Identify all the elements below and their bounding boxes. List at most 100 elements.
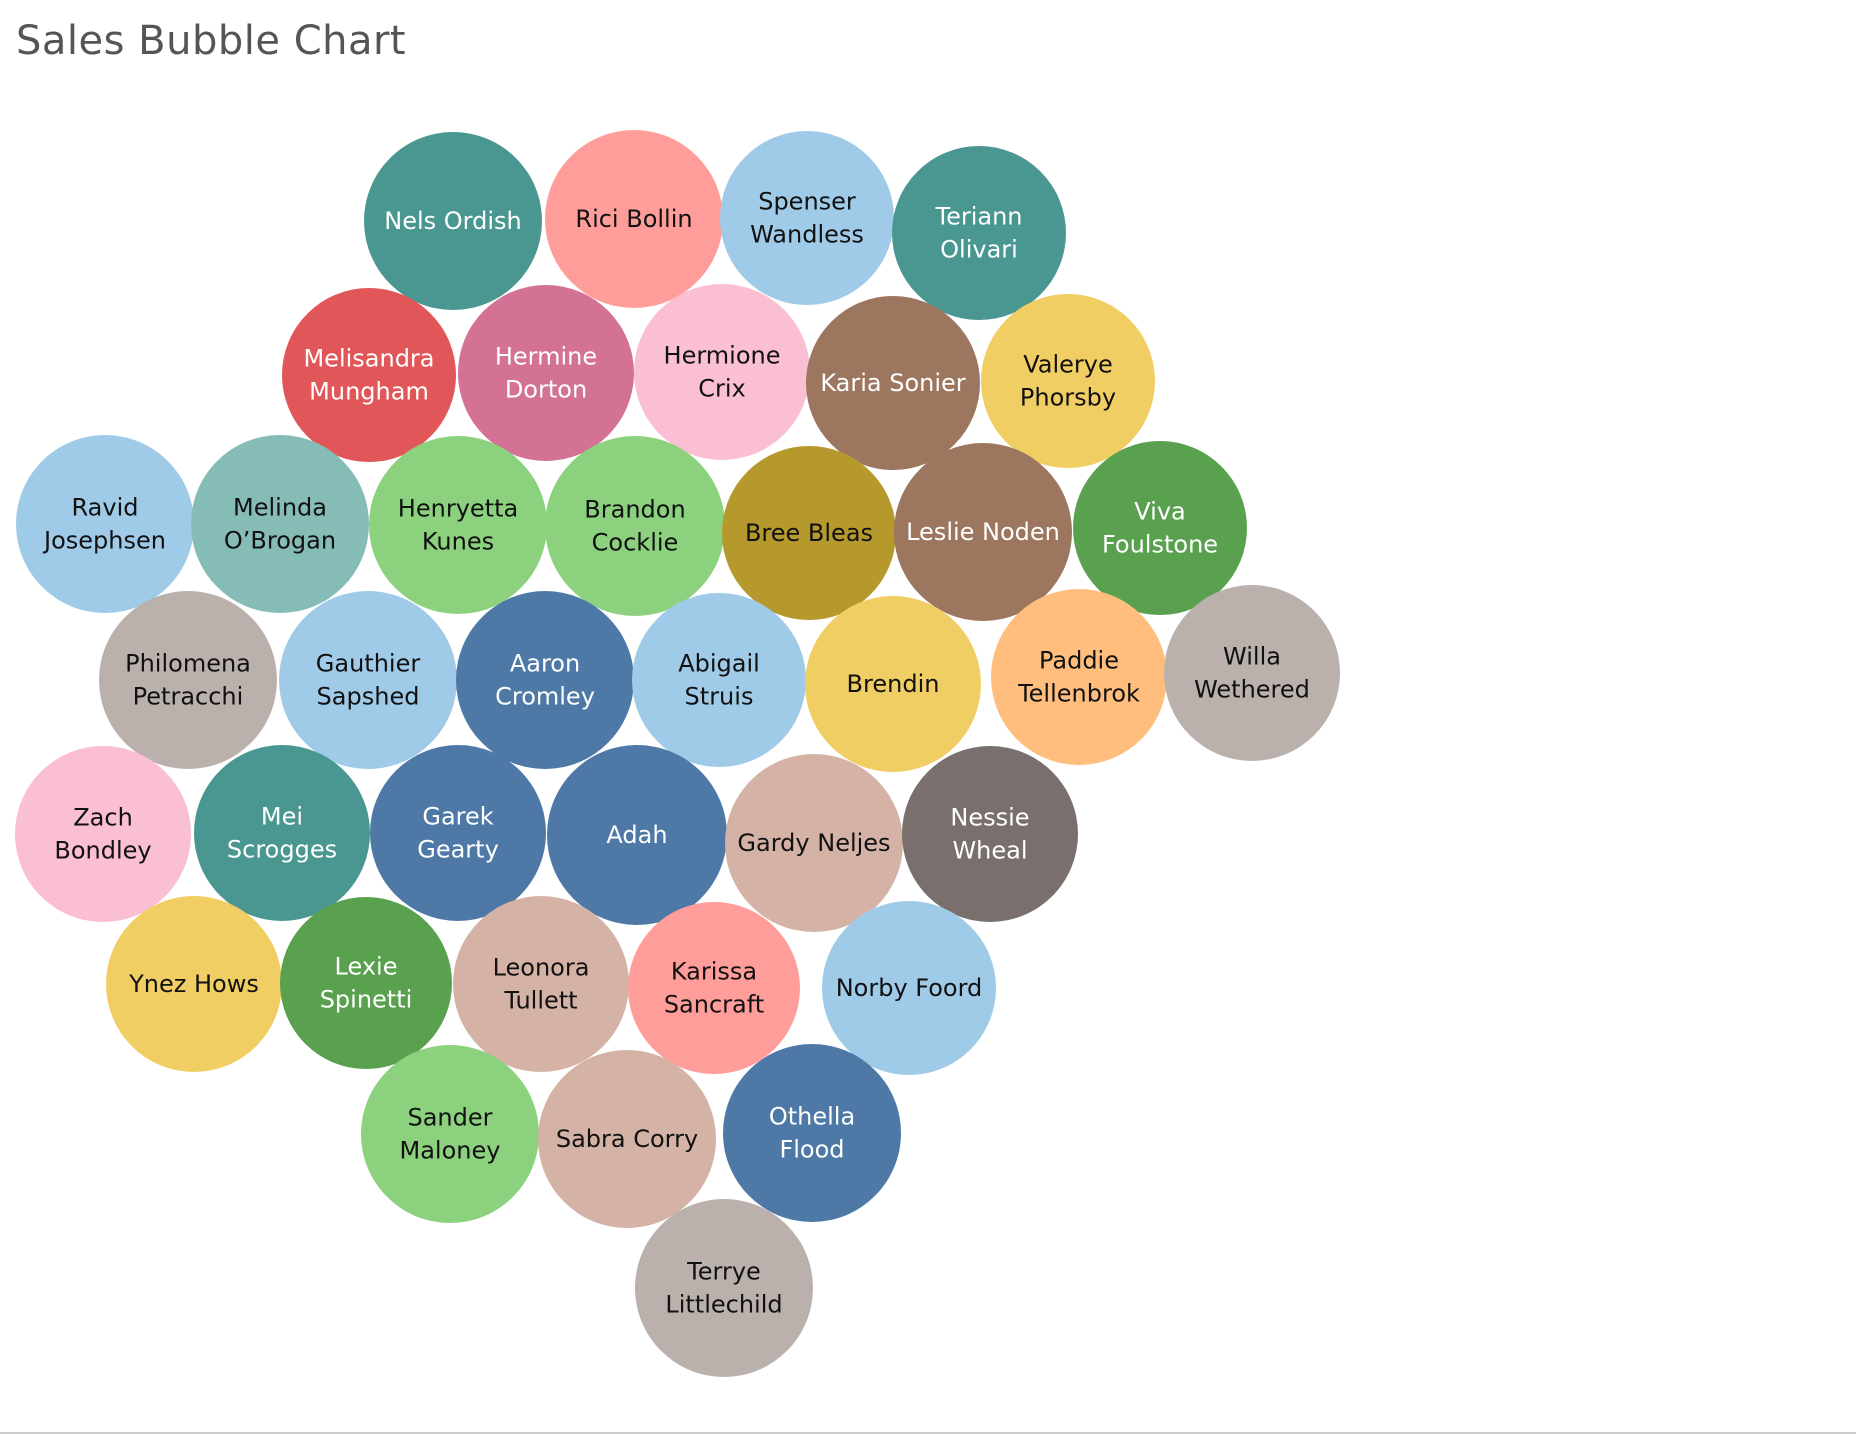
bubble-circle-henryetta-kunes[interactable] (369, 436, 547, 614)
bubble-circle-brandon-cocklie[interactable] (545, 436, 725, 616)
bubble-zach-bondley[interactable]: Zach Bondley (15, 746, 191, 922)
bubble-circle-zach-bondley[interactable] (15, 746, 191, 922)
bubble-garek-gearty[interactable]: Garek Gearty (370, 745, 546, 921)
bubble-label-melisandra-mungham-line-2: Mungham (309, 378, 429, 406)
bubble-hermine-dorton[interactable]: Hermine Dorton (458, 285, 634, 461)
bubble-nels-ordish[interactable]: Nels Ordish (364, 132, 542, 310)
bubble-karia-sonier[interactable]: Karia Sonier (806, 296, 980, 470)
bubble-label-gardy-neljes: Gardy Neljes (737, 829, 890, 857)
bubble-ynez-hows[interactable]: Ynez Hows (106, 896, 282, 1072)
bubble-label-nessie-wheal-line-2: Wheal (952, 837, 1027, 865)
bubble-othella-flood[interactable]: Othella Flood (723, 1044, 901, 1222)
bubble-circle-gauthier-sapshed[interactable] (279, 591, 457, 769)
bubble-label-gauthier-sapshed-line-2: Sapshed (317, 683, 420, 711)
bubble-terrye-littlechild[interactable]: Terrye Littlechild (635, 1199, 813, 1377)
bubble-melisandra-mungham[interactable]: Melisandra Mungham (282, 288, 456, 462)
bubble-label-aaron-cromley-line-2: Cromley (495, 683, 595, 711)
bubble-label-sabra-corry: Sabra Corry (556, 1125, 698, 1153)
bubble-label-norby-foord: Norby Foord (836, 974, 983, 1002)
bubble-sander-maloney[interactable]: Sander Maloney (361, 1045, 539, 1223)
bubble-circle-willa-wethered[interactable] (1164, 585, 1340, 761)
bubble-philomena-petracchi[interactable]: Philomena Petracchi (99, 591, 277, 769)
bubble-label-zach-bondley-line-1: Zach (73, 804, 133, 832)
bubble-label-melinda-o-brogan-line-2: O’Brogan (224, 527, 336, 555)
bubble-spenser-wandless[interactable]: Spenser Wandless (720, 131, 894, 305)
bubble-label-teriann-olivari-line-1: Teriann (934, 203, 1022, 231)
bubble-label-hermione-crix-line-2: Crix (698, 375, 746, 403)
bubble-label-teriann-olivari-line-2: Olivari (940, 236, 1018, 264)
bubble-lexie-spinetti[interactable]: Lexie Spinetti (280, 897, 452, 1069)
bubble-teriann-olivari[interactable]: Teriann Olivari (892, 146, 1066, 320)
bubble-brandon-cocklie[interactable]: Brandon Cocklie (545, 436, 725, 616)
bubble-hermione-crix[interactable]: Hermione Crix (634, 284, 810, 460)
bubble-rici-bollin[interactable]: Rici Bollin (545, 130, 723, 308)
bubble-adah[interactable]: Adah (547, 745, 727, 925)
bubble-circle-hermione-crix[interactable] (634, 284, 810, 460)
bubble-circle-nessie-wheal[interactable] (902, 746, 1078, 922)
bubble-circle-valerye-phorsby[interactable] (981, 294, 1155, 468)
bubble-paddie-tellenbrok[interactable]: Paddie Tellenbrok (991, 589, 1167, 765)
bubble-label-spenser-wandless-line-2: Wandless (750, 221, 864, 249)
bubble-ravid-josephsen[interactable]: Ravid Josephsen (16, 435, 194, 613)
bubble-brendin[interactable]: Brendin (805, 596, 981, 772)
bubble-norby-foord[interactable]: Norby Foord (822, 901, 996, 1075)
bubble-circle-leonora-tullett[interactable] (453, 896, 629, 1072)
bubble-label-mei-scrogges-line-2: Scrogges (227, 836, 337, 864)
bubble-label-spenser-wandless-line-1: Spenser (758, 188, 856, 216)
bubble-circle-sander-maloney[interactable] (361, 1045, 539, 1223)
bubble-circle-melisandra-mungham[interactable] (282, 288, 456, 462)
bubble-label-viva-foulstone-line-1: Viva (1134, 498, 1185, 526)
bubble-label-henryetta-kunes-line-1: Henryetta (398, 495, 518, 523)
bubble-nessie-wheal[interactable]: Nessie Wheal (902, 746, 1078, 922)
bubble-label-leslie-noden: Leslie Noden (906, 518, 1060, 546)
bubble-circle-viva-foulstone[interactable] (1073, 441, 1247, 615)
bubble-henryetta-kunes[interactable]: Henryetta Kunes (369, 436, 547, 614)
bubble-circle-spenser-wandless[interactable] (720, 131, 894, 305)
bubble-circle-paddie-tellenbrok[interactable] (991, 589, 1167, 765)
bubble-gauthier-sapshed[interactable]: Gauthier Sapshed (279, 591, 457, 769)
bubble-label-viva-foulstone-line-2: Foulstone (1102, 531, 1218, 559)
bubble-label-abigail-struis-line-1: Abigail (678, 650, 760, 678)
bubble-label-hermione-crix-line-1: Hermione (664, 342, 781, 370)
bubble-willa-wethered[interactable]: Willa Wethered (1164, 585, 1340, 761)
bubble-circle-mei-scrogges[interactable] (194, 745, 370, 921)
bubble-label-terrye-littlechild-line-1: Terrye (686, 1258, 761, 1286)
bubble-leslie-noden[interactable]: Leslie Noden (894, 443, 1072, 621)
bubble-circle-ravid-josephsen[interactable] (16, 435, 194, 613)
bubble-label-ravid-josephsen-line-1: Ravid (72, 494, 139, 522)
bubble-label-valerye-phorsby-line-1: Valerye (1023, 351, 1113, 379)
bubble-leonora-tullett[interactable]: Leonora Tullett (453, 896, 629, 1072)
bubble-circle-melinda-o-brogan[interactable] (191, 435, 369, 613)
bubble-label-brandon-cocklie-line-2: Cocklie (592, 529, 679, 557)
bubble-circle-garek-gearty[interactable] (370, 745, 546, 921)
bubble-label-valerye-phorsby-line-2: Phorsby (1020, 384, 1116, 412)
bubble-gardy-neljes[interactable]: Gardy Neljes (725, 754, 903, 932)
bubble-melinda-o-brogan[interactable]: Melinda O’Brogan (191, 435, 369, 613)
bubble-abigail-struis[interactable]: Abigail Struis (632, 593, 806, 767)
bubble-circle-terrye-littlechild[interactable] (635, 1199, 813, 1377)
bubble-label-abigail-struis-line-2: Struis (685, 683, 754, 711)
bubble-label-karissa-sancraft-line-2: Sancraft (664, 991, 764, 1019)
bubble-circle-karissa-sancraft[interactable] (628, 902, 800, 1074)
bubble-circle-hermine-dorton[interactable] (458, 285, 634, 461)
bubble-circle-abigail-struis[interactable] (632, 593, 806, 767)
bubble-circle-teriann-olivari[interactable] (892, 146, 1066, 320)
bubble-label-willa-wethered-line-2: Wethered (1194, 676, 1310, 704)
bubble-viva-foulstone[interactable]: Viva Foulstone (1073, 441, 1247, 615)
bubble-label-sander-maloney-line-1: Sander (407, 1104, 492, 1132)
bubble-valerye-phorsby[interactable]: Valerye Phorsby (981, 294, 1155, 468)
bubble-aaron-cromley[interactable]: Aaron Cromley (456, 591, 634, 769)
bubble-circle-lexie-spinetti[interactable] (280, 897, 452, 1069)
bubble-circle-aaron-cromley[interactable] (456, 591, 634, 769)
bubble-label-philomena-petracchi-line-1: Philomena (125, 650, 251, 678)
bubble-circle-philomena-petracchi[interactable] (99, 591, 277, 769)
bottom-divider (0, 1432, 1856, 1434)
bubble-label-ravid-josephsen-line-2: Josephsen (42, 527, 166, 555)
bubble-circle-othella-flood[interactable] (723, 1044, 901, 1222)
bubble-bree-bleas[interactable]: Bree Bleas (722, 446, 896, 620)
bubble-karissa-sancraft[interactable]: Karissa Sancraft (628, 902, 800, 1074)
bubble-mei-scrogges[interactable]: Mei Scrogges (194, 745, 370, 921)
bubble-label-gauthier-sapshed-line-1: Gauthier (316, 650, 421, 678)
bubble-sabra-corry[interactable]: Sabra Corry (538, 1050, 716, 1228)
bubble-label-willa-wethered-line-1: Willa (1223, 643, 1281, 671)
